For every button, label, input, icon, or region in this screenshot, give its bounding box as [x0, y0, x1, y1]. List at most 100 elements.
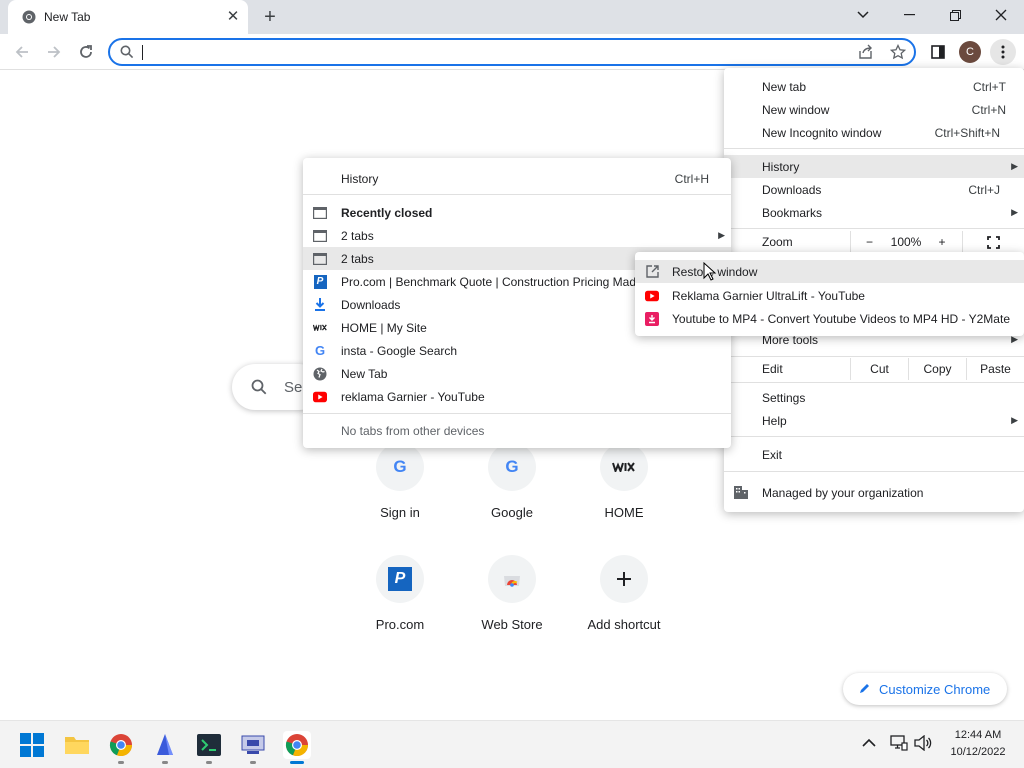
close-tab-icon[interactable]: ✕: [224, 8, 242, 26]
profile-avatar[interactable]: C: [959, 41, 981, 63]
tab-new-tab[interactable]: New Tab ✕: [8, 0, 248, 34]
side-panel-icon[interactable]: [926, 40, 950, 64]
closed-tab-item[interactable]: Reklama Garnier UltraLift - YouTube: [635, 284, 1024, 307]
closed-tab-item[interactable]: Youtube to MP4 - Convert Youtube Videos …: [635, 307, 1024, 330]
address-bar[interactable]: [108, 38, 916, 66]
customize-label: Customize Chrome: [879, 681, 991, 697]
tab-title: New Tab: [44, 10, 91, 24]
history-item[interactable]: G insta - Google Search: [303, 339, 731, 362]
chrome-icon[interactable]: [107, 731, 135, 759]
shortcut-tile[interactable]: Web Store: [456, 555, 568, 667]
tab-search-icon[interactable]: [840, 0, 886, 30]
clock-date[interactable]: 10/12/2022: [944, 746, 1012, 758]
shortcut-label: Add shortcut: [587, 617, 661, 632]
terminal-app-icon[interactable]: [195, 731, 223, 759]
pencil-icon: [859, 682, 871, 697]
fullscreen-icon[interactable]: [962, 231, 1024, 253]
shortcut-label: HOME: [604, 505, 644, 520]
menu-divider: [724, 228, 1024, 229]
chevron-up-icon[interactable]: [862, 737, 876, 751]
shortcut-label: Sign in: [380, 505, 420, 520]
shortcut-tile[interactable]: G Google: [456, 443, 568, 555]
procom-icon: P: [313, 274, 327, 289]
menu-divider: [303, 194, 731, 195]
zoom-out-button[interactable]: −: [850, 231, 888, 253]
new-tab-button[interactable]: +: [259, 6, 281, 28]
menu-item-downloads[interactable]: Downloads Ctrl+J: [724, 178, 1024, 201]
add-shortcut-tile[interactable]: Add shortcut: [568, 555, 680, 667]
menu-item-incognito[interactable]: New Incognito window Ctrl+Shift+N: [724, 121, 1024, 144]
toolbar: C: [0, 34, 1024, 70]
search-icon: [120, 45, 134, 62]
history-item[interactable]: 2 tabs ▶: [303, 224, 731, 247]
remote-desktop-icon[interactable]: [239, 731, 267, 759]
edit-cut-button[interactable]: Cut: [850, 358, 908, 380]
share-icon[interactable]: [858, 44, 874, 63]
menu-item-managed[interactable]: Managed by your organization: [724, 481, 1024, 504]
ntp-search-placeholder: Se: [284, 379, 303, 396]
history-item[interactable]: New Tab: [303, 362, 731, 385]
globe-icon: [313, 367, 327, 381]
menu-item-exit[interactable]: Exit: [724, 443, 1024, 466]
clock-time[interactable]: 12:44 AM: [944, 729, 1012, 741]
menu-divider: [724, 471, 1024, 472]
wix-icon: [600, 443, 648, 491]
menu-item-history[interactable]: History ▶: [724, 155, 1024, 178]
google-icon: G: [314, 343, 326, 358]
zoom-level: 100%: [890, 235, 922, 249]
shortcut-label: Pro.com: [375, 617, 425, 632]
menu-item-bookmarks[interactable]: Bookmarks ▶: [724, 201, 1024, 224]
running-indicator: [250, 761, 256, 764]
recently-closed-header: Recently closed: [303, 201, 731, 224]
taskbar: 12:44 AM 10/12/2022: [0, 720, 1024, 768]
menu-item-new-tab[interactable]: New tab Ctrl+T: [724, 75, 1024, 98]
history-menu-history[interactable]: History Ctrl+H: [303, 167, 731, 190]
menu-item-help[interactable]: Help ▶: [724, 409, 1024, 432]
history-item[interactable]: reklama Garnier - YouTube: [303, 385, 731, 408]
windows-start-icon[interactable]: [18, 731, 46, 759]
restore-window-item[interactable]: Restore window: [635, 260, 1024, 283]
shortcut-label: Google: [491, 505, 533, 520]
star-icon[interactable]: [889, 43, 907, 63]
volume-icon[interactable]: [914, 734, 932, 754]
chevron-right-icon: ▶: [1011, 207, 1018, 217]
back-icon[interactable]: [10, 40, 34, 64]
window-icon: [313, 206, 327, 220]
shortcut-tile[interactable]: G Sign in: [344, 443, 456, 555]
menu-divider: [724, 436, 1024, 437]
tabs-submenu: Restore window Reklama Garnier UltraLift…: [635, 252, 1024, 336]
restore-icon[interactable]: [932, 0, 978, 30]
app-sail-icon[interactable]: [151, 731, 179, 759]
running-indicator: [206, 761, 212, 764]
chrome-icon: [22, 10, 36, 24]
menu-divider: [724, 382, 1024, 383]
menu-item-new-window[interactable]: New window Ctrl+N: [724, 98, 1024, 121]
webstore-icon: [488, 555, 536, 603]
shortcut-tile[interactable]: P Pro.com: [344, 555, 456, 667]
minimize-icon[interactable]: [886, 0, 932, 30]
open-in-new-icon: [645, 265, 659, 279]
menu-divider: [724, 356, 1024, 357]
running-indicator: [162, 761, 168, 764]
shortcut-tile[interactable]: HOME: [568, 443, 680, 555]
customize-chrome-button[interactable]: Customize Chrome: [843, 673, 1007, 705]
chrome-menu-button[interactable]: [990, 39, 1016, 65]
file-explorer-icon[interactable]: [63, 731, 91, 759]
chevron-right-icon: ▶: [718, 230, 725, 240]
chrome-active-icon[interactable]: [283, 731, 311, 759]
youtube-icon: [645, 289, 659, 303]
forward-icon[interactable]: [42, 40, 66, 64]
network-icon[interactable]: [890, 735, 908, 754]
reload-icon[interactable]: [74, 40, 98, 64]
tab-strip: New Tab ✕ +: [0, 0, 1024, 34]
close-window-icon[interactable]: [978, 0, 1024, 30]
window-icon: [313, 229, 327, 243]
active-indicator: [290, 761, 304, 764]
youtube-icon: [313, 390, 327, 404]
menu-divider: [303, 413, 731, 414]
edit-copy-button[interactable]: Copy: [908, 358, 966, 380]
zoom-in-button[interactable]: +: [924, 231, 960, 253]
edit-paste-button[interactable]: Paste: [966, 358, 1024, 380]
menu-item-settings[interactable]: Settings: [724, 386, 1024, 409]
y2mate-icon: [645, 311, 659, 326]
